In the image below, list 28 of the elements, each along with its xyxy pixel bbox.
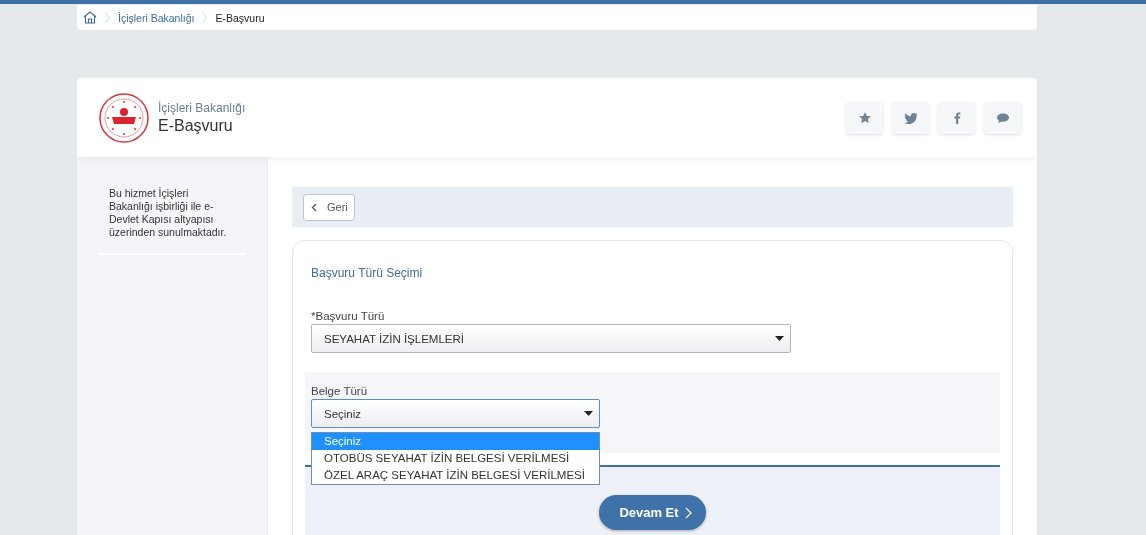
caret-down-icon [775, 336, 784, 341]
caret-down-icon [584, 411, 593, 416]
chevron-right-icon [684, 506, 692, 519]
chevron-left-icon [311, 202, 317, 212]
star-button[interactable] [846, 101, 883, 134]
breadcrumb-current[interactable]: E-Başvuru [215, 11, 265, 24]
field-label: Belge Türü [311, 385, 369, 397]
application-type-select[interactable]: SEYAHAT İZİN İŞLEMLERİ [311, 324, 791, 353]
page-title: E-Başvuru [158, 116, 234, 135]
continue-button[interactable]: Devam Et [599, 495, 706, 530]
dropdown-option[interactable]: OTOBÜS SEYAHAT İZİN BELGESİ VERİLMESİ [312, 450, 599, 467]
bird-icon [903, 110, 918, 125]
emblem-logo [98, 91, 150, 144]
twitter-button[interactable] [892, 101, 929, 134]
form-title: Başvuru Türü Seçimi [311, 266, 424, 280]
document-type-select[interactable]: Seçiniz [311, 399, 600, 428]
star-icon [857, 110, 872, 125]
chat-button[interactable] [984, 101, 1021, 134]
chevron-right-icon [202, 12, 208, 23]
breadcrumb-link[interactable]: İçişleri Bakanlığı [118, 11, 195, 24]
home-icon[interactable] [83, 11, 97, 24]
dropdown-option[interactable]: ÖZEL ARAÇ SEYAHAT İZİN BELGESİ VERİLMESİ [312, 467, 599, 484]
chevron-right-icon [105, 12, 110, 23]
back-button[interactable]: Geri [303, 193, 355, 221]
facebook-button[interactable] [938, 101, 975, 134]
ministry-name: İçişleri Bakanlığı [158, 100, 247, 115]
service-note: Bu hizmet İçişleri Bakanlığı işbirliği ile e-Devlet Kapısı altyapısı üzerinden sunulmaktadır. [98, 187, 246, 255]
field-label: *Başvuru Türü [311, 310, 386, 322]
